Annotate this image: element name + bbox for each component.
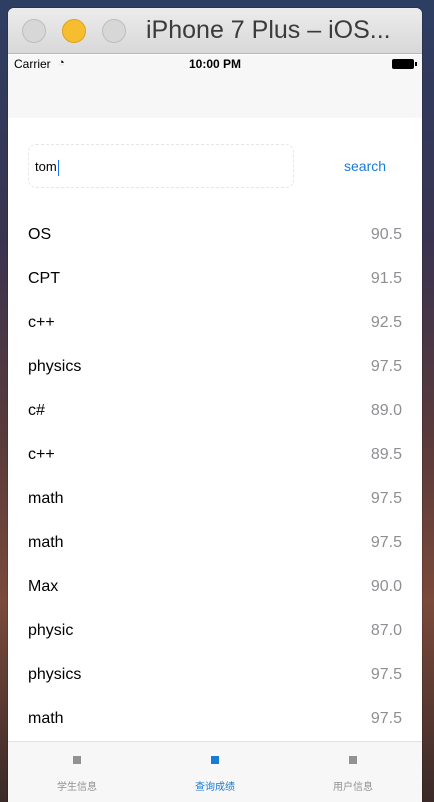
simulator-window: iPhone 7 Plus – iOS... Carrier ◔ 10:00 P…: [8, 8, 422, 802]
course-name: math: [28, 710, 64, 727]
list-item[interactable]: physics 97.5: [8, 346, 422, 390]
course-name: physics: [28, 358, 82, 375]
list-item[interactable]: CPT 91.5: [8, 258, 422, 302]
course-name: c++: [28, 314, 55, 331]
tab-student-info[interactable]: 学生信息: [8, 742, 146, 802]
clock: 10:00 PM: [188, 57, 242, 71]
course-name: OS: [28, 226, 52, 243]
course-score: 97.5: [370, 710, 402, 727]
list-item[interactable]: c# 89.0: [8, 390, 422, 434]
list-item[interactable]: physics 97.5: [8, 654, 422, 698]
course-name: physics: [28, 666, 82, 683]
list-item[interactable]: math 97.5: [8, 522, 422, 566]
course-score: 89.0: [370, 402, 402, 419]
query-grades-icon: [211, 756, 219, 764]
course-score: 89.5: [370, 446, 402, 463]
list-item[interactable]: math 97.5: [8, 478, 422, 522]
list-item[interactable]: OS 90.5: [8, 214, 422, 258]
status-bar: Carrier ◔ 10:00 PM: [8, 55, 422, 73]
course-name: c#: [28, 402, 45, 419]
course-score: 92.5: [370, 314, 402, 331]
search-row: tom search: [8, 118, 422, 218]
tab-label: 学生信息: [57, 782, 97, 793]
list-item[interactable]: c++ 89.5: [8, 434, 422, 478]
list-item[interactable]: Max 90.0: [8, 566, 422, 610]
course-name: physic: [28, 622, 74, 639]
course-score: 97.5: [370, 666, 402, 683]
list-item[interactable]: physic 87.0: [8, 610, 422, 654]
navigation-bar: [8, 73, 422, 118]
course-score: 90.5: [370, 226, 402, 243]
battery-icon: [392, 59, 417, 69]
search-input[interactable]: tom: [28, 144, 294, 188]
list-item[interactable]: math 97.5: [8, 698, 422, 742]
course-score: 97.5: [370, 358, 402, 375]
course-name: Max: [28, 578, 59, 595]
course-name: math: [28, 534, 64, 551]
close-button[interactable]: [22, 19, 46, 43]
search-button[interactable]: search: [344, 158, 386, 174]
course-score: 91.5: [370, 270, 402, 287]
text-caret: [57, 159, 59, 176]
course-name: math: [28, 490, 64, 507]
tab-label: 查询成绩: [195, 782, 235, 793]
student-info-icon: [73, 756, 81, 764]
course-score: 87.0: [370, 622, 402, 639]
course-name: c++: [28, 446, 55, 463]
tab-label: 用户信息: [333, 782, 373, 793]
tab-user-info[interactable]: 用户信息: [284, 742, 422, 802]
course-score: 97.5: [370, 534, 402, 551]
tab-bar: 学生信息 查询成绩 用户信息: [8, 741, 422, 802]
course-score: 97.5: [370, 490, 402, 507]
user-info-icon: [349, 756, 357, 764]
window-title: iPhone 7 Plus – iOS...: [146, 16, 391, 44]
list-item[interactable]: c++ 92.5: [8, 302, 422, 346]
search-input-value: tom: [35, 159, 57, 174]
zoom-button[interactable]: [102, 19, 126, 43]
minimize-button[interactable]: [62, 19, 86, 43]
course-name: CPT: [28, 270, 60, 287]
results-list: OS 90.5 CPT 91.5 c++ 92.5 physics 97.5 c# 89.…: [8, 214, 422, 742]
tab-query-grades[interactable]: 查询成绩: [146, 742, 284, 802]
course-score: 90.0: [370, 578, 402, 595]
title-bar: iPhone 7 Plus – iOS...: [8, 8, 422, 54]
